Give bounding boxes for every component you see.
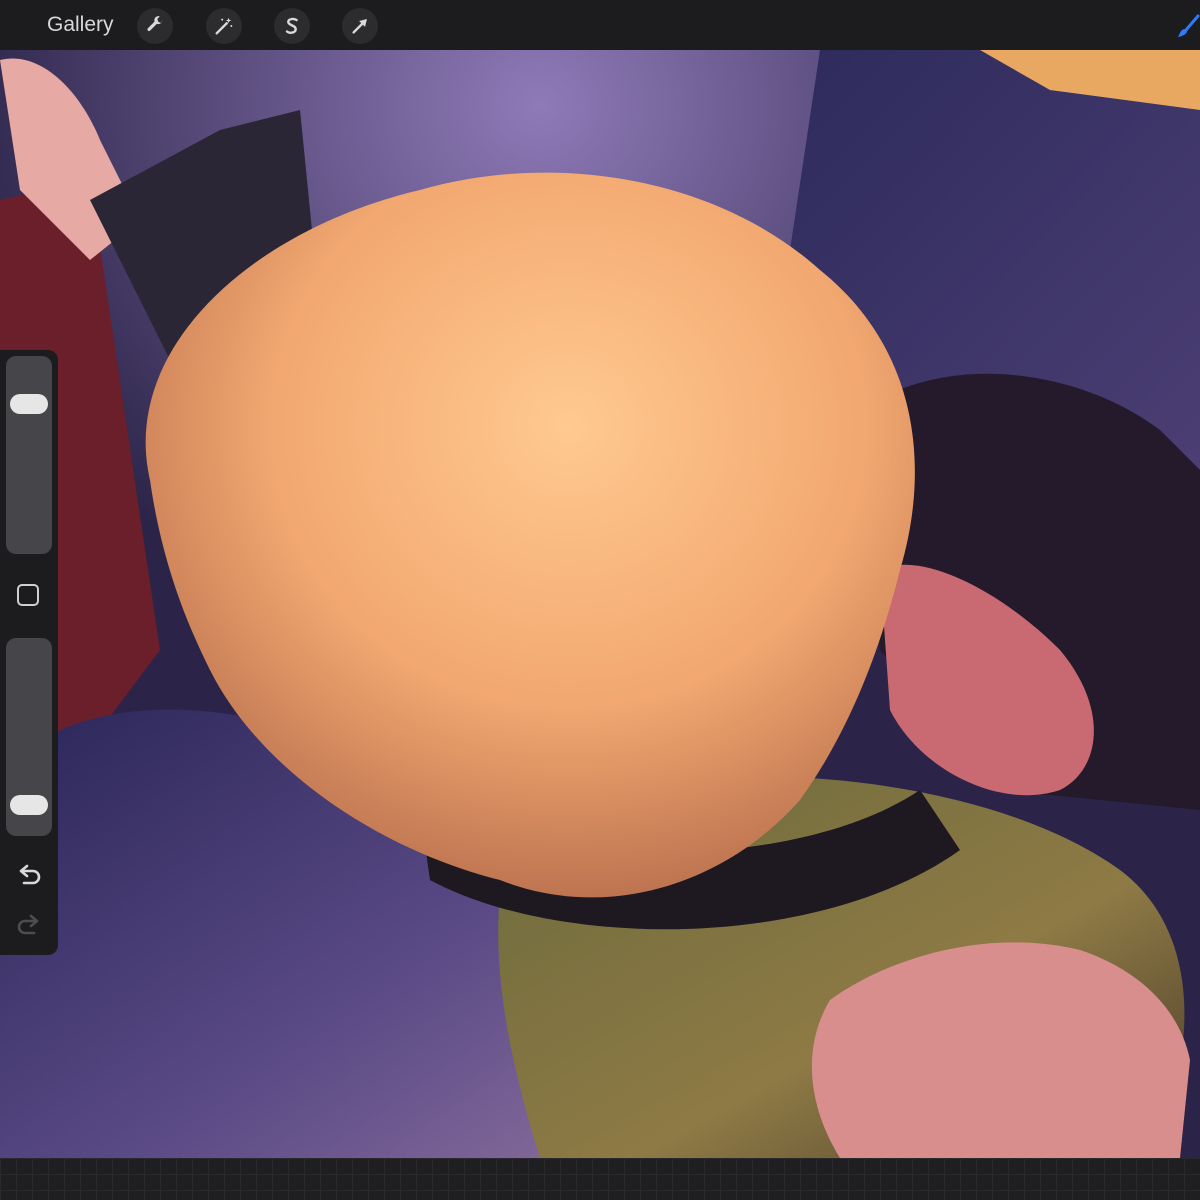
gallery-button[interactable]: Gallery [47, 12, 114, 38]
transform-button[interactable] [342, 8, 378, 44]
actions-button[interactable] [137, 8, 173, 44]
opacity-thumb[interactable] [10, 795, 48, 815]
undo-arrow-icon[interactable] [15, 862, 43, 890]
drawing-canvas[interactable] [0, 50, 1200, 1158]
opacity-slider[interactable] [6, 638, 52, 836]
brush-size-slider[interactable] [6, 356, 52, 554]
arrow-cursor-icon [352, 19, 367, 34]
artwork [0, 50, 1200, 1158]
selection-button[interactable] [274, 8, 310, 44]
redo-arrow-icon[interactable] [15, 912, 43, 940]
wrench-icon [147, 16, 163, 32]
adjustments-button[interactable] [206, 8, 242, 44]
top-toolbar: Gallery [0, 0, 1200, 50]
brush-icon [1178, 14, 1200, 37]
side-toolbar [0, 350, 58, 955]
brush-size-thumb[interactable] [10, 394, 48, 414]
square-icon[interactable] [17, 584, 39, 606]
selection-s-icon [285, 17, 298, 34]
bottom-grid-bar [0, 1158, 1200, 1200]
brush-tool-button[interactable] [1176, 14, 1200, 40]
magic-wand-icon [215, 17, 233, 35]
